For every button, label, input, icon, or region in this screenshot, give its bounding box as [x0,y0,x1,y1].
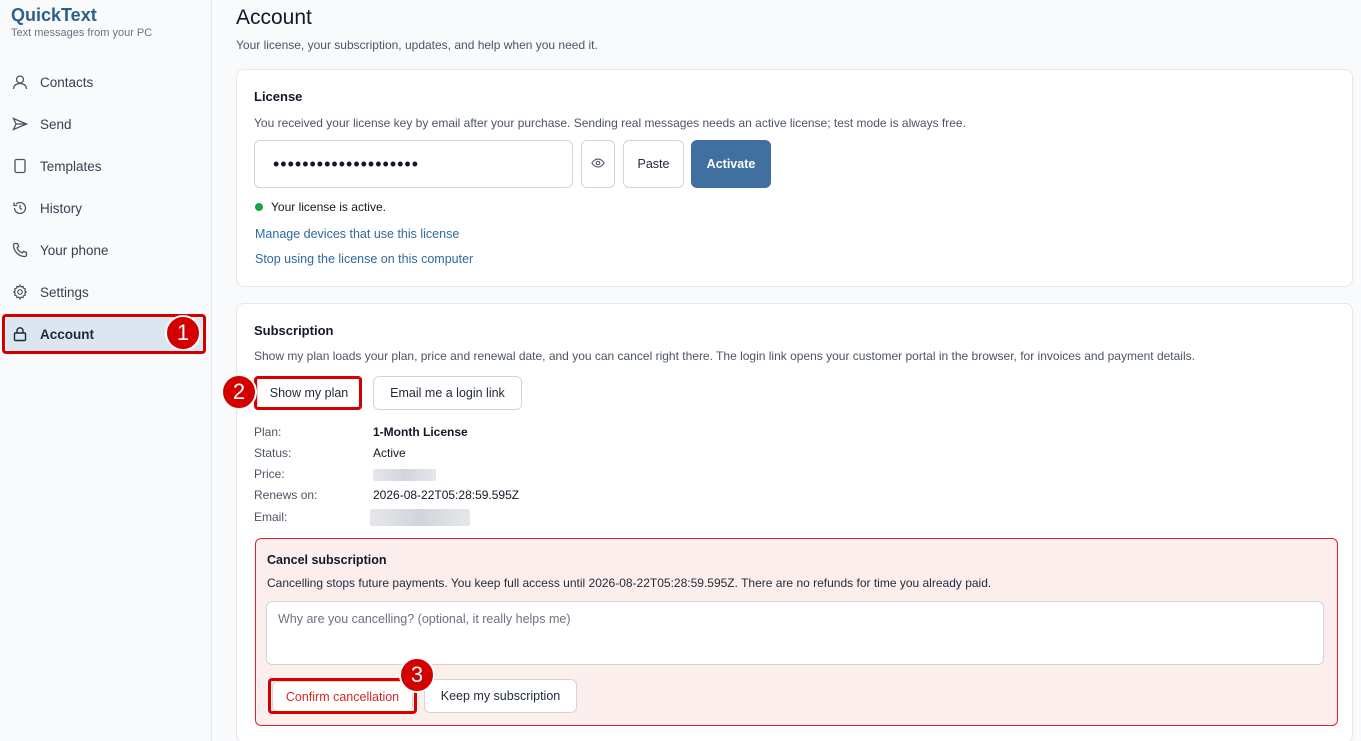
status-dot [255,203,263,211]
manage-devices-link[interactable]: Manage devices that use this license [255,227,459,241]
plan-value: 1-Month License [373,425,468,439]
stop-license-link[interactable]: Stop using the license on this computer [255,252,473,266]
status-label: Status: [254,446,292,460]
sidebar-item-history[interactable]: History [6,191,202,225]
status-value: Active [373,446,406,460]
annotation-badge-1: 1 [165,315,201,351]
email-login-link-button[interactable]: Email me a login link [373,376,522,410]
template-icon [11,157,29,175]
gear-icon [11,283,29,301]
activate-button[interactable]: Activate [691,140,771,188]
subscription-description: Show my plan loads your plan, price and … [254,349,1195,363]
license-description: You received your license key by email a… [254,116,966,130]
license-key-input[interactable]: •••••••••••••••••••• [254,140,573,188]
brand: QuickText Text messages from your PC [11,4,152,39]
license-status: Your license is active. [271,200,386,214]
sidebar-item-contacts[interactable]: Contacts [6,65,202,99]
show-key-button[interactable] [581,140,615,188]
cancel-title: Cancel subscription [267,553,387,567]
sidebar-item-settings[interactable]: Settings [6,275,202,309]
renews-value: 2026-08-22T05:28:59.595Z [373,488,520,502]
phone-icon [11,241,29,259]
annotation-badge-3: 3 [399,657,435,693]
sidebar-item-your-phone[interactable]: Your phone [6,233,202,267]
keep-subscription-button[interactable]: Keep my subscription [424,679,577,713]
history-icon [11,199,29,217]
sidebar-item-label: Account [40,326,94,342]
annotation-badge-2: 2 [221,374,257,410]
price-redacted [373,469,436,481]
license-title: License [254,89,303,104]
sidebar: QuickText Text messages from your PC Con… [0,0,212,741]
price-label: Price: [254,467,285,481]
user-icon [11,73,29,91]
app-name: QuickText [11,5,97,25]
sidebar-item-send[interactable]: Send [6,107,202,141]
send-icon [11,115,29,133]
eye-icon [591,156,605,173]
email-redacted [370,509,470,526]
sidebar-item-label: Templates [40,158,102,174]
lock-icon [11,325,29,343]
confirm-cancellation-button[interactable]: Confirm cancellation [272,681,413,712]
page-subtitle: Your license, your subscription, updates… [236,38,598,52]
subscription-title: Subscription [254,323,334,338]
sidebar-item-label: Contacts [40,74,94,90]
sidebar-item-label: Settings [40,284,89,300]
sidebar-item-label: Send [40,116,72,132]
renews-label: Renews on: [254,488,318,502]
sidebar-item-label: History [40,200,83,216]
paste-button[interactable]: Paste [623,140,684,188]
plan-label: Plan: [254,425,282,439]
app-tagline: Text messages from your PC [11,27,153,39]
show-my-plan-button[interactable]: Show my plan [257,376,361,410]
cancel-reason-input[interactable]: Why are you cancelling? (optional, it re… [266,601,1324,665]
sidebar-item-label: Your phone [40,242,109,258]
cancel-description: Cancelling stops future payments. You ke… [267,576,992,590]
sidebar-item-templates[interactable]: Templates [6,149,202,183]
page-title: Account [236,6,312,29]
email-label: Email: [254,510,288,524]
